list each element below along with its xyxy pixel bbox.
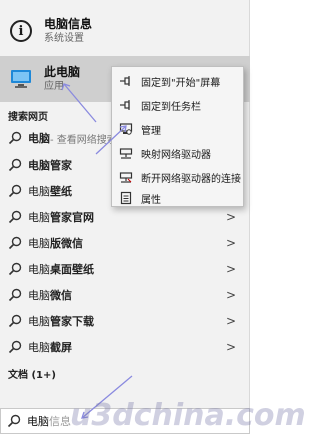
result-title: 电脑信息 [44,17,93,31]
suggestion-query: 电脑 [28,159,50,172]
properties-icon [120,191,132,205]
docs-section-title[interactable]: 文档 (1+) [8,366,56,381]
result-subtitle: 应用 [44,81,64,92]
suggestion-rest: 截屏 [50,341,72,354]
menu-item-label: 管理 [141,125,161,137]
web-section-title: 搜索网页 [8,112,48,123]
watermark: u3dchina.com [70,398,306,433]
search-icon [7,414,21,428]
info-icon: i [8,18,34,44]
menu-item-map-drive[interactable]: 映射网络驱动器 [112,142,243,164]
search-typed-text: 电脑 [27,415,49,428]
suggestion-rest: 管家下载 [50,315,94,328]
web-suggestion[interactable]: 电脑管家官网 > [0,206,250,228]
web-suggestion[interactable]: 电脑微信 > [0,284,250,306]
menu-item-label: 映射网络驱动器 [141,149,211,161]
suggestion-query: 电脑 [28,341,50,354]
menu-item-manage[interactable]: 管理 [112,118,243,140]
pin-icon [120,100,130,110]
suggestion-query: 电脑 [28,211,50,224]
result-title: 此电脑 [44,65,81,79]
menu-item-disconnect-drive[interactable]: 断开网络驱动器的连接 [112,166,243,188]
result-computer-info[interactable]: i 电脑信息 系统设置 [0,8,250,54]
web-suggestion[interactable]: 电脑桌面壁纸 > [0,258,250,280]
search-icon [8,184,22,198]
chevron-right-icon[interactable]: > [226,210,236,224]
disconnect-drive-icon [119,172,133,183]
menu-item-pin-taskbar[interactable]: 固定到任务栏 [112,94,243,116]
search-autocomplete-text: 信息 [49,415,71,428]
suggestion-rest: 微信 [50,289,72,302]
suggestion-query: 电脑 [28,132,50,145]
search-icon [8,131,22,145]
menu-item-label: 固定到任务栏 [141,101,201,113]
suggestion-query: 电脑 [28,185,50,198]
suggestion-query: 电脑 [28,263,50,276]
menu-item-properties[interactable]: 属性 [112,190,243,206]
chevron-right-icon[interactable]: > [226,288,236,302]
pin-icon [120,76,130,86]
suggestion-rest: 管家 [50,159,72,172]
suggestion-query: 电脑 [28,315,50,328]
search-icon [8,236,22,250]
menu-item-label: 断开网络驱动器的连接 [141,173,241,185]
suggestion-rest: 版微信 [50,237,83,250]
chevron-right-icon[interactable]: > [226,314,236,328]
network-drive-icon [119,148,133,159]
search-icon [8,262,22,276]
chevron-right-icon[interactable]: > [226,340,236,354]
result-subtitle: 系统设置 [44,33,84,44]
web-suggestion[interactable]: 电脑管家下载 > [0,310,250,332]
computer-icon [8,66,34,92]
search-icon [8,314,22,328]
context-menu: 固定到"开始"屏幕 固定到任务栏 管理 映射网络驱动器 断开网络驱动器的连接 属… [111,66,244,207]
menu-item-pin-start[interactable]: 固定到"开始"屏幕 [112,70,243,92]
chevron-right-icon[interactable]: > [226,236,236,250]
manage-icon [119,123,133,135]
suggestion-rest: 管家官网 [50,211,94,224]
search-icon [8,288,22,302]
suggestion-rest: 桌面壁纸 [50,263,94,276]
search-icon [8,210,22,224]
menu-item-label: 属性 [141,194,161,206]
web-suggestion[interactable]: 电脑版微信 > [0,232,250,254]
search-icon [8,158,22,172]
suggestion-query: 电脑 [28,237,50,250]
menu-item-label: 固定到"开始"屏幕 [141,77,221,89]
suggestion-rest: 壁纸 [50,185,72,198]
chevron-right-icon[interactable]: > [226,262,236,276]
suggestion-query: 电脑 [28,289,50,302]
web-suggestion[interactable]: 电脑截屏 > [0,336,250,358]
search-icon [8,340,22,354]
